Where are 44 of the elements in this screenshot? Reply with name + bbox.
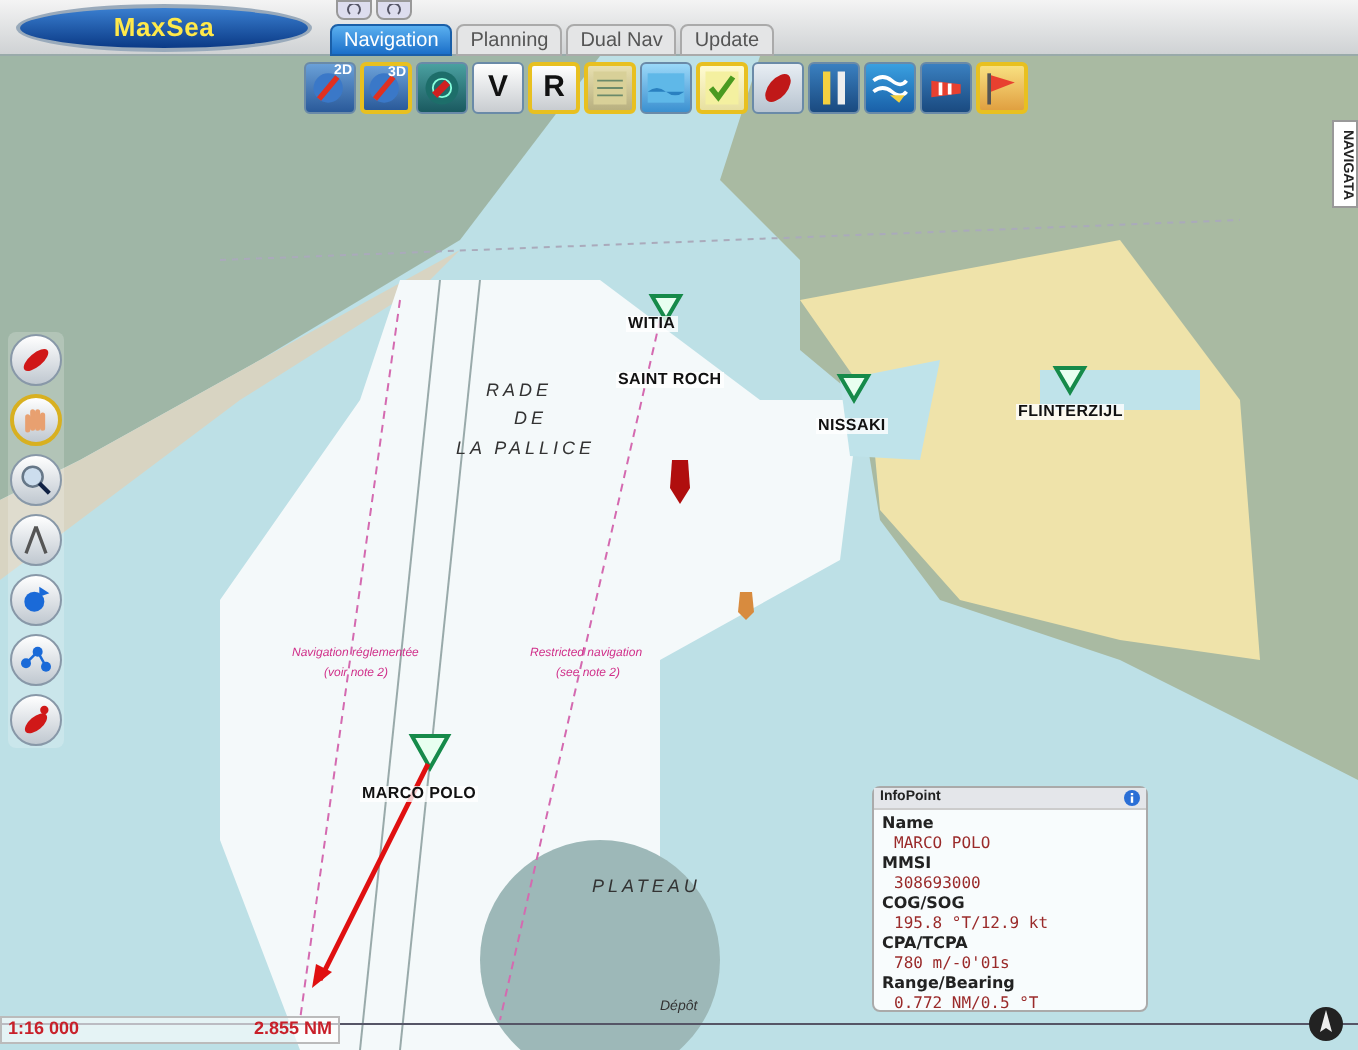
toolbar-button[interactable] — [976, 62, 1028, 114]
field-value: 780 m/-0'01s — [892, 954, 1012, 974]
vessel-icon[interactable] — [670, 460, 690, 504]
tab[interactable]: Dual Nav — [566, 24, 677, 56]
logo-text: MaxSea — [113, 10, 215, 47]
field-label: COG/SOG — [882, 894, 967, 914]
chart-label: FLINTERZIJL — [1016, 404, 1125, 420]
undo-icon — [346, 3, 362, 17]
field-label: MMSI — [882, 854, 934, 874]
chart-label: MARCO POLO — [360, 786, 479, 802]
chart-label: SAINT ROCH — [616, 372, 724, 388]
chart-label: LA PALLICE — [456, 440, 596, 458]
tab[interactable]: Navigation — [330, 24, 453, 56]
tab[interactable]: Update — [680, 24, 774, 56]
tab[interactable]: Planning — [456, 24, 563, 56]
info-icon[interactable] — [1124, 790, 1140, 806]
undo-button[interactable] — [336, 0, 372, 20]
scale-ratio: 1:16 000 — [8, 1016, 80, 1043]
field-label: Range/Bearing — [882, 974, 1017, 994]
chart-label: NISSAKI — [816, 418, 888, 434]
chart-label: DE — [514, 410, 548, 428]
chart-label: PLATEAU — [592, 878, 701, 896]
scale-distance: 2.855 NM — [253, 1016, 332, 1043]
field-value: 0.772 NM/0.5 °T — [892, 994, 1041, 1014]
toolbar-button[interactable] — [864, 62, 916, 114]
toolbar-button[interactable]: R — [528, 62, 580, 114]
toolbar-button[interactable]: V — [472, 62, 524, 114]
redo-icon — [386, 3, 402, 17]
field-label: CPA/TCPA — [882, 934, 970, 954]
zoom-icon — [16, 460, 56, 500]
toolbar-button[interactable] — [752, 62, 804, 114]
toolbar-button[interactable] — [416, 62, 468, 114]
field-value: MARCO POLO — [892, 834, 993, 854]
field-value: 308693000 — [892, 874, 983, 894]
chart-label: RADE — [486, 382, 553, 400]
field-value: 195.8 °T/12.9 kt — [892, 914, 1051, 934]
toolbar-button[interactable] — [808, 62, 860, 114]
toolbar-button[interactable] — [920, 62, 972, 114]
redo-button[interactable] — [376, 0, 412, 20]
check-icon — [700, 66, 744, 110]
field-label: Name — [882, 814, 936, 834]
layers-icon — [588, 66, 632, 110]
chart-label: WITIA — [626, 316, 678, 332]
radar-icon — [420, 66, 464, 110]
